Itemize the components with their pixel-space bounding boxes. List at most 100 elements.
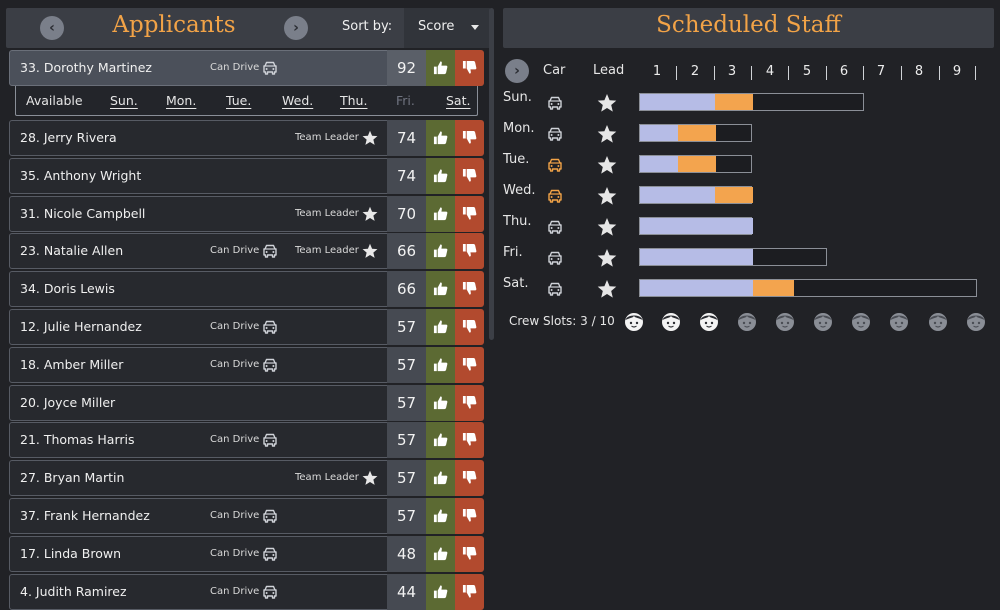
applicant-row[interactable]: 4. Judith Ramirez Can Drive 44 [9, 574, 484, 610]
star-icon [597, 186, 617, 206]
thumbs-up-button[interactable] [426, 233, 455, 269]
slot-number: 8 [914, 64, 924, 79]
bar-segment-selected [753, 280, 794, 296]
can-drive-tag: Can Drive [210, 245, 260, 256]
next-page-button[interactable]: › [284, 16, 308, 40]
thumbs-up-button[interactable] [426, 50, 455, 86]
applicant-name: 17. Linda Brown [20, 546, 122, 561]
thumbs-down-button[interactable] [455, 536, 484, 572]
applicant-score: 44 [387, 574, 426, 610]
thumbs-up-button[interactable] [426, 422, 455, 458]
applicant-row[interactable]: 33. Dorothy Martinez Can Drive 92 [9, 50, 484, 86]
thumbs-down-button[interactable] [455, 460, 484, 496]
applicant-row[interactable]: 35. Anthony Wright 74 [9, 158, 484, 194]
applicant-row[interactable]: 27. Bryan Martin Team Leader 57 [9, 460, 484, 496]
slot-number: 6 [839, 64, 849, 79]
applicant-name: 27. Bryan Martin [20, 470, 125, 485]
thumbs-up-button[interactable] [426, 347, 455, 383]
applicant-name: 20. Joyce Miller [20, 395, 116, 410]
availability-day-wed[interactable]: Wed. [282, 93, 313, 108]
thumbs-down-button[interactable] [455, 498, 484, 534]
bar-segment-selected [678, 125, 716, 141]
car-icon [547, 219, 565, 235]
thumbs-down-button[interactable] [455, 120, 484, 156]
applicant-row[interactable]: 23. Natalie Allen Can Drive Team Leader 66 [9, 233, 484, 269]
car-icon [262, 584, 278, 600]
thumbs-down-button[interactable] [455, 347, 484, 383]
thumbs-up-button[interactable] [426, 271, 455, 307]
car-icon [547, 126, 565, 142]
applicant-row[interactable]: 18. Amber Miller Can Drive 57 [9, 347, 484, 383]
applicant-row[interactable]: 21. Thomas Harris Can Drive 57 [9, 422, 484, 458]
bar-segment-filled [640, 218, 753, 234]
team-leader-tag: Team Leader [295, 132, 359, 143]
staff-bar [639, 279, 977, 297]
thumbs-up-button[interactable] [426, 460, 455, 496]
applicant-row[interactable]: 37. Frank Hernandez Can Drive 57 [9, 498, 484, 534]
prev-page-button[interactable]: ‹ [40, 16, 64, 40]
thumbs-up-button[interactable] [426, 309, 455, 345]
thumbs-up-button[interactable] [426, 120, 455, 156]
applicant-row[interactable]: 20. Joyce Miller 57 [9, 385, 484, 421]
thumbs-down-button[interactable] [455, 158, 484, 194]
thumbs-up-button[interactable] [426, 196, 455, 232]
scheduled-staff-panel: Scheduled Staff › Car Lead 1 2 3 4 5 6 7 8 9 Sun… [503, 0, 1000, 610]
car-icon [262, 243, 278, 259]
availability-day-tue[interactable]: Tue. [226, 93, 251, 108]
staff-bar [639, 217, 753, 235]
crew-slot-icon [851, 312, 871, 332]
applicants-panel: ‹ Applicants › Sort by: Score 33. Doroth… [0, 0, 494, 610]
thumbs-down-button[interactable] [455, 50, 484, 86]
applicant-name: 37. Frank Hernandez [20, 508, 150, 523]
scheduled-staff-header: Scheduled Staff [503, 8, 994, 48]
bar-segment-filled [640, 94, 715, 110]
day-label: Sun. [503, 90, 532, 105]
thumbs-down-button[interactable] [455, 385, 484, 421]
thumbs-down-button[interactable] [455, 196, 484, 232]
team-leader-tag: Team Leader [295, 208, 359, 219]
thumbs-down-button[interactable] [455, 574, 484, 610]
thumbs-up-button[interactable] [426, 498, 455, 534]
thumbs-up-button[interactable] [426, 536, 455, 572]
expand-button[interactable]: › [505, 59, 529, 83]
thumbs-down-button[interactable] [455, 309, 484, 345]
thumbs-down-button[interactable] [455, 233, 484, 269]
applicant-row[interactable]: 12. Julie Hernandez Can Drive 57 [9, 309, 484, 345]
applicant-row[interactable]: 17. Linda Brown Can Drive 48 [9, 536, 484, 572]
star-icon [362, 243, 378, 259]
thumbs-up-button[interactable] [426, 158, 455, 194]
applicant-score: 57 [387, 385, 426, 421]
crew-slots-label: Crew Slots: 3 / 10 [509, 314, 615, 328]
crew-slot-icon [928, 312, 948, 332]
availability-day-sun[interactable]: Sun. [110, 93, 138, 108]
thumbs-down-button[interactable] [455, 422, 484, 458]
day-label: Tue. [503, 152, 530, 167]
availability-day-mon[interactable]: Mon. [166, 93, 196, 108]
availability-row: Available Sun. Mon. Tue. Wed. Thu. Fri. Sat. [15, 86, 478, 116]
star-icon [597, 93, 617, 113]
thumbs-down-button[interactable] [455, 271, 484, 307]
car-column-header: Car [543, 63, 566, 78]
can-drive-tag: Can Drive [210, 510, 260, 521]
sort-select[interactable]: Score [404, 8, 490, 48]
availability-day-thu[interactable]: Thu. [340, 93, 367, 108]
car-icon [547, 281, 565, 297]
star-icon [597, 124, 617, 144]
scrollbar[interactable] [489, 8, 494, 340]
applicant-row[interactable]: 31. Nicole Campbell Team Leader 70 [9, 196, 484, 232]
slot-number: 3 [727, 64, 737, 79]
applicant-row[interactable]: 34. Doris Lewis 66 [9, 271, 484, 307]
slot-number: 4 [765, 64, 775, 79]
thumbs-up-button[interactable] [426, 385, 455, 421]
applicant-score: 74 [387, 120, 426, 156]
availability-day-sat[interactable]: Sat. [446, 93, 470, 108]
star-icon [362, 470, 378, 486]
lead-column-header: Lead [593, 63, 625, 78]
can-drive-tag: Can Drive [210, 62, 260, 73]
car-icon [262, 357, 278, 373]
star-icon [597, 217, 617, 237]
crew-slot-icon [624, 312, 644, 332]
thumbs-up-button[interactable] [426, 574, 455, 610]
availability-day-fri[interactable]: Fri. [396, 93, 415, 108]
applicant-row[interactable]: 28. Jerry Rivera Team Leader 74 [9, 120, 484, 156]
